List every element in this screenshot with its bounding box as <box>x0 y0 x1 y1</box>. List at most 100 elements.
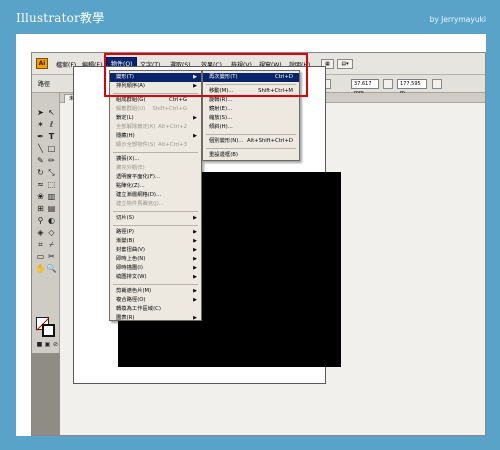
object-menu-item[interactable]: 圖表(R) ▶ <box>110 314 201 323</box>
menu-separator <box>206 148 296 149</box>
menu-item-label: 排列順序(A) <box>116 83 145 89</box>
object-menu-item: 建立物件馬賽克(J)... <box>110 200 201 209</box>
menu-item-label: 即時上色(N) <box>116 256 146 262</box>
transform-menu-item[interactable]: 旋轉(R)... <box>203 96 299 105</box>
transform-menu-item[interactable]: 再次變形(T) Ctrl+D <box>203 73 299 82</box>
rotate-tool-icon[interactable]: ↻ <box>35 167 46 178</box>
slice-tool-icon[interactable]: ⌿ <box>46 239 57 250</box>
x-position-field[interactable]: 37.617 mm <box>351 79 379 96</box>
magic-wand-tool-icon[interactable]: ✶ <box>35 119 46 130</box>
graph-tool-icon[interactable]: ▥ <box>46 191 57 202</box>
object-menu-item[interactable]: 點陣化(Z)... <box>110 182 201 191</box>
transform-menu-item[interactable]: 個別變形(N)... Alt+Shift+Ctrl+D <box>203 137 299 146</box>
object-menu-item[interactable]: 建立漸層網格(D)... <box>110 191 201 200</box>
menu-item-label: 變形(T) <box>116 74 134 80</box>
app-logo-icon: Ai <box>36 58 48 69</box>
object-menu-item[interactable]: 組成群組(G) Ctrl+G <box>110 96 201 105</box>
paintbrush-tool-icon[interactable]: ✎ <box>35 155 46 166</box>
object-menu-item[interactable]: 繞圖排文(W) ▶ <box>110 273 201 282</box>
object-menu-item[interactable]: 轉換為工作區域(C) <box>110 305 201 314</box>
menu-item-label: 縮放(S)... <box>209 115 233 121</box>
blend-tool-icon[interactable]: ◐ <box>46 215 57 226</box>
crop-area-tool-icon[interactable]: ⌗ <box>35 239 46 250</box>
selection-tool-icon[interactable]: ➤ <box>35 107 46 118</box>
object-menu-item[interactable]: 複合路徑(O) ▶ <box>110 296 201 305</box>
menu-item-label: 建立物件馬賽克(J)... <box>116 201 164 207</box>
mesh-tool-icon[interactable]: ⊞ <box>35 203 46 214</box>
warp-tool-icon[interactable]: ≈ <box>35 179 46 190</box>
menu-item-label: 擴充外觀(E) <box>116 165 145 171</box>
pencil-tool-icon[interactable]: ✏ <box>46 155 57 166</box>
menu-item-shortcut: Alt+Ctrl+3 <box>158 142 187 148</box>
transform-menu-item[interactable]: 縮放(S)... <box>203 114 299 123</box>
menu-separator <box>113 93 198 94</box>
submenu-arrow-icon: ▶ <box>193 297 197 303</box>
eraser-tool-icon[interactable]: ▭ <box>35 251 46 262</box>
arrange-documents-icon[interactable]: ▤▾ <box>337 59 353 69</box>
object-menu-item[interactable]: 漸變(B) ▶ <box>110 237 201 246</box>
object-menu-item: 顯示全部物件(S) Alt+Ctrl+3 <box>110 141 201 150</box>
transform-menu-item[interactable]: 移動(M)... Shift+Ctrl+M <box>203 87 299 96</box>
menu-separator <box>113 284 198 285</box>
banner-title: Illustrator教學 <box>16 11 105 25</box>
control-bar-label: 路徑 <box>38 81 51 88</box>
submenu-arrow-icon: ▶ <box>193 288 197 294</box>
menu-item-label: 點陣化(Z)... <box>116 183 145 189</box>
menu-item-label: 隱藏(H) <box>116 133 135 139</box>
live-paint-selection-tool-icon[interactable]: ◇ <box>46 227 57 238</box>
menu-item-label: 解散群組(U) <box>116 106 146 112</box>
transform-menu-item[interactable]: 鏡射(E)... <box>203 105 299 114</box>
object-menu-item[interactable]: 切片(S) ▶ <box>110 214 201 223</box>
rectangle-tool-icon[interactable]: □ <box>46 143 57 154</box>
direct-selection-tool-icon[interactable]: ↖ <box>46 107 57 118</box>
object-menu-item: 解散群組(U) Shift+Ctrl+G <box>110 105 201 114</box>
free-transform-tool-icon[interactable]: ⬚ <box>46 179 57 190</box>
object-menu-item[interactable]: 封套扭曲(V) ▶ <box>110 246 201 255</box>
symbol-sprayer-tool-icon[interactable]: ❀ <box>35 191 46 202</box>
menu-item-label: 轉換為工作區域(C) <box>116 306 161 312</box>
object-menu-item[interactable]: 擴張(X)... <box>110 155 201 164</box>
object-menu-item[interactable]: 變形(T) ▶ <box>110 73 201 82</box>
object-menu-item[interactable]: 剪裁遮色片(M) ▶ <box>110 287 201 296</box>
stroke-color-box[interactable] <box>42 324 55 337</box>
menu-item-label: 圖表(R) <box>116 315 135 321</box>
object-menu-item[interactable]: 鎖定(L) ▶ <box>110 114 201 123</box>
menu-item-label: 旋轉(R)... <box>209 97 233 103</box>
scale-tool-icon[interactable]: ⤡ <box>46 167 57 178</box>
recolor-icon[interactable] <box>432 79 442 89</box>
lasso-tool-icon[interactable]: ℓ <box>46 119 57 130</box>
submenu-arrow-icon: ▶ <box>193 74 197 80</box>
transform-menu-item[interactable]: 傾斜(H)... <box>203 123 299 132</box>
width-field[interactable]: 177.595 m <box>397 79 427 96</box>
object-menu-item[interactable]: 排列順序(A) ▶ <box>110 82 201 91</box>
menu-item-label: 擴張(X)... <box>116 156 140 162</box>
submenu-arrow-icon: ▶ <box>193 133 197 139</box>
scissors-tool-icon[interactable]: ✂ <box>46 251 57 262</box>
object-menu-item[interactable]: 即時上色(N) ▶ <box>110 255 201 264</box>
gradient-tool-icon[interactable]: ▤ <box>46 203 57 214</box>
type-tool-icon[interactable]: T <box>46 131 57 142</box>
menu-separator <box>206 134 296 135</box>
pen-tool-icon[interactable]: ✒ <box>35 131 46 142</box>
menu-item-label: 組成群組(G) <box>116 97 146 103</box>
submenu-arrow-icon: ▶ <box>193 274 197 280</box>
line-tool-icon[interactable]: ╲ <box>35 143 46 154</box>
live-paint-bucket-tool-icon[interactable]: ◈ <box>35 227 46 238</box>
menu-item-label: 顯示全部物件(S) <box>116 142 156 148</box>
object-menu-item[interactable]: 透明度平面化(F)... <box>110 173 201 182</box>
menu-item-label: 全部解除鎖定(K) <box>116 124 156 130</box>
menu-item-shortcut: Ctrl+G <box>169 97 187 103</box>
zoom-tool-icon[interactable]: 🔍 <box>46 263 57 274</box>
hand-tool-icon[interactable]: ✋ <box>35 263 46 274</box>
object-menu-item[interactable]: 隱藏(H) ▶ <box>110 132 201 141</box>
menu-separator <box>113 225 198 226</box>
link-proportions-icon[interactable] <box>383 79 393 89</box>
object-menu-item[interactable]: 即時描圖(I) ▶ <box>110 264 201 273</box>
menu-item-label: 重設邊框(B) <box>209 152 238 158</box>
banner-author: by Jerrymayuki <box>429 15 486 24</box>
menu-item-label: 傾斜(H)... <box>209 124 233 130</box>
object-menu-item[interactable]: 路徑(P) ▶ <box>110 228 201 237</box>
eyedropper-tool-icon[interactable]: ⚲ <box>35 215 46 226</box>
menu-item-label: 複合路徑(O) <box>116 297 146 303</box>
transform-menu-item[interactable]: 重設邊框(B) <box>203 151 299 160</box>
